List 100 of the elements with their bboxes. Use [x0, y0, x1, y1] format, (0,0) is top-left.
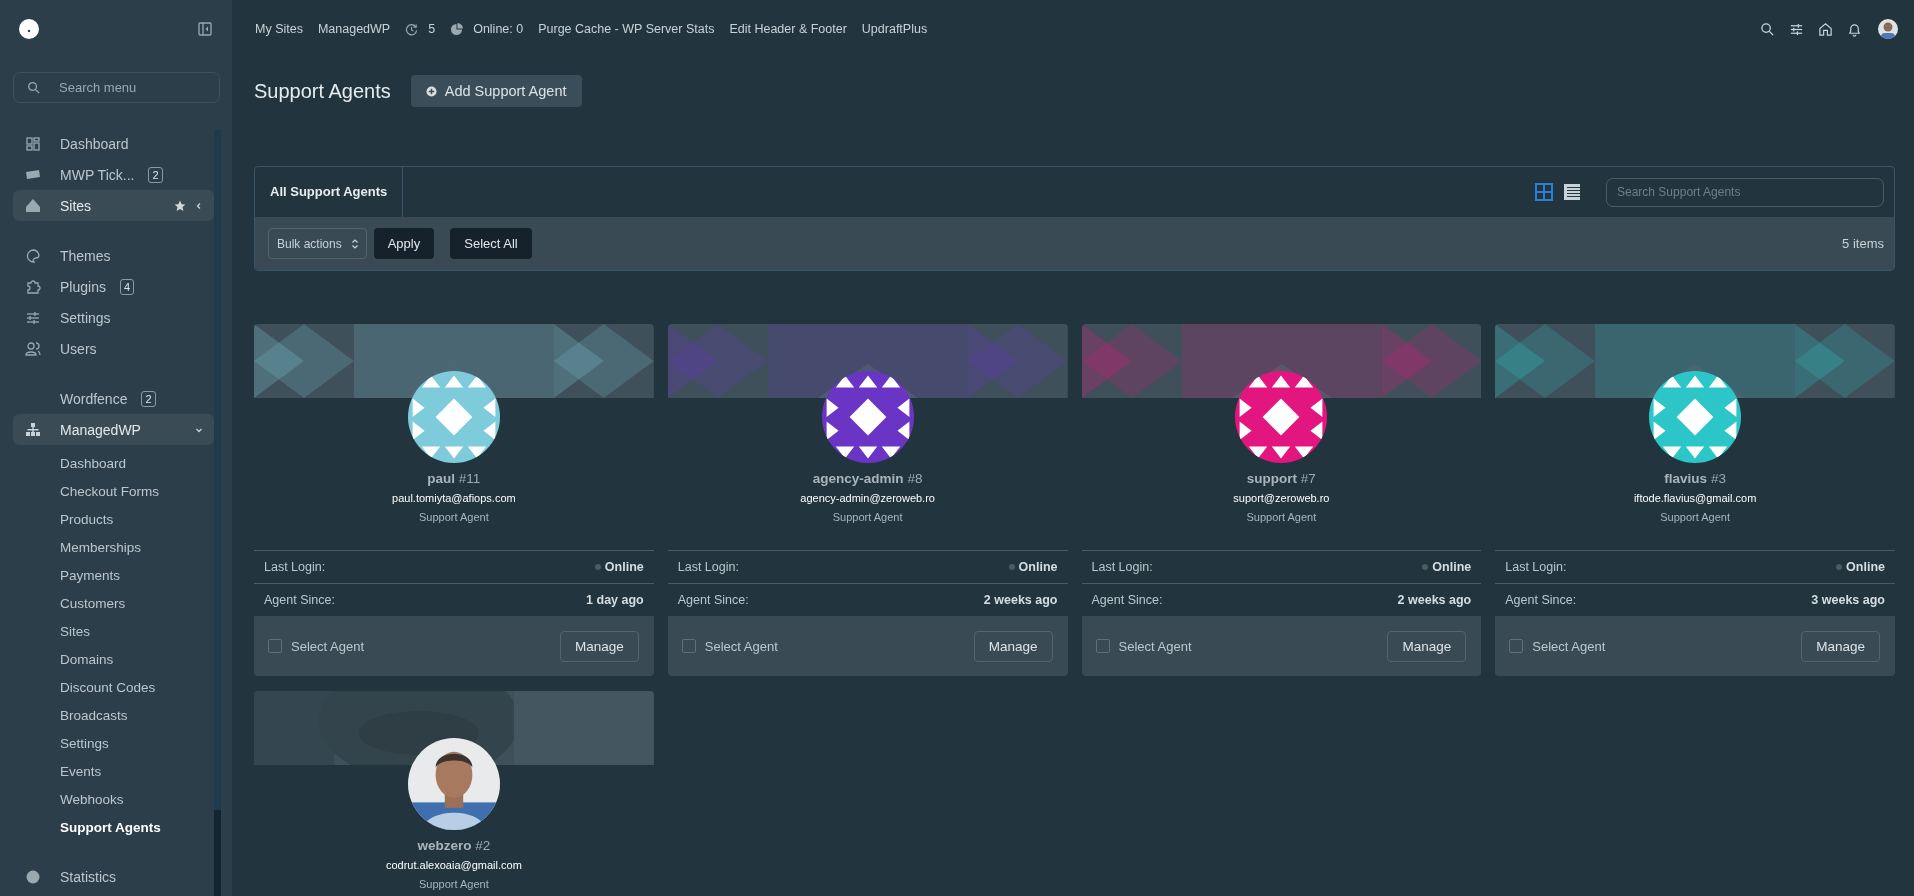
detail-value: Online: [1846, 560, 1885, 574]
submenu-item[interactable]: Discount Codes: [60, 674, 214, 702]
logo-icon[interactable]: [19, 19, 39, 39]
detail-value: Online: [1432, 560, 1472, 574]
toolbar-link[interactable]: UpdraftPlus: [861, 22, 928, 36]
select-all-button[interactable]: Select All: [450, 228, 532, 259]
agent-name: flavius #3: [1664, 471, 1726, 486]
updates-link[interactable]: 5: [405, 22, 436, 36]
detail-label: Last Login:: [1091, 560, 1154, 574]
submenu-item[interactable]: Checkout Forms: [60, 478, 214, 506]
toolbar-link[interactable]: ManagedWP: [317, 22, 391, 36]
toolbar-link[interactable]: My Sites: [255, 22, 303, 36]
submenu-item[interactable]: Customers: [60, 590, 214, 618]
agent-name: agency-admin #8: [812, 471, 923, 486]
menu-item[interactable]: Wordfence 2: [13, 383, 214, 414]
item-count: 5 items: [1842, 236, 1884, 251]
count-badge: 2: [148, 166, 163, 183]
agent-role: Support Agent: [419, 878, 489, 890]
apply-button[interactable]: Apply: [373, 228, 435, 259]
checkbox-label[interactable]: Select Agent: [704, 638, 778, 654]
users-icon: [25, 340, 41, 357]
detail-label: Agent Since:: [1505, 593, 1578, 607]
detail-label: Last Login:: [1505, 560, 1568, 574]
dashboard-icon: [25, 135, 41, 152]
agent-name: support #7: [1246, 471, 1316, 486]
refresh-icon: [405, 22, 419, 36]
add-button[interactable]: Add Support Agent: [410, 75, 582, 107]
settings-icon[interactable]: [1789, 21, 1804, 37]
submenu-item[interactable]: Support Agents: [60, 814, 214, 842]
manage-button[interactable]: Manage: [1387, 630, 1467, 662]
detail-value: 2 weeks ago: [1397, 593, 1472, 607]
online-link[interactable]: Online: 0: [450, 22, 524, 36]
status-dot: [1008, 564, 1015, 570]
submenu-item[interactable]: Domains: [60, 646, 214, 674]
manage-button[interactable]: Manage: [559, 630, 639, 662]
count-badge: 4: [119, 278, 135, 295]
checkbox[interactable]: [681, 639, 696, 653]
detail-value: Online: [604, 560, 644, 574]
menu-item[interactable]: Themes: [13, 240, 214, 271]
search-icon[interactable]: [1760, 21, 1775, 37]
detail-label: Last Login:: [677, 560, 740, 574]
puzzle-icon: [25, 278, 41, 295]
checkbox-label[interactable]: Select Agent: [1532, 638, 1606, 654]
list-view-icon[interactable]: [1563, 183, 1581, 201]
detail-value: 1 day ago: [586, 593, 644, 607]
status-dot: [1422, 564, 1429, 570]
checkbox[interactable]: [1509, 639, 1524, 653]
detail-value: Online: [1018, 560, 1058, 574]
agent-role: Support Agent: [1660, 511, 1730, 523]
menu-item[interactable]: Plugins 4: [13, 271, 214, 302]
detail-value: 3 weeks ago: [1811, 593, 1885, 607]
search-field[interactable]: Search Support Agents: [1606, 177, 1884, 207]
grid-view-icon[interactable]: [1535, 183, 1553, 201]
submenu-item[interactable]: Payments: [60, 562, 214, 590]
plus-circle-icon: [425, 85, 437, 97]
checkbox[interactable]: [268, 639, 282, 653]
checkbox-label[interactable]: Select Agent: [1118, 638, 1192, 654]
scrollbar[interactable]: [214, 130, 221, 896]
agent-role: Support Agent: [832, 511, 903, 523]
count-badge: 2: [141, 390, 156, 407]
star-icon[interactable]: [174, 199, 186, 212]
agent-name: webzero #2: [417, 838, 491, 853]
menu-item[interactable]: Statistics: [13, 861, 214, 892]
detail-label: Agent Since:: [264, 593, 336, 607]
submenu-item[interactable]: Webhooks: [60, 786, 214, 814]
toolbar-link[interactable]: Edit Header & Footer: [729, 22, 847, 36]
toolbar-link[interactable]: Purge Cache - WP Server Stats: [538, 22, 715, 36]
status-dot: [594, 564, 601, 570]
checkbox[interactable]: [1095, 639, 1110, 653]
submenu-item[interactable]: Memberships: [60, 534, 214, 562]
agent-email: codrut.alexoaia@gmail.com: [385, 859, 522, 871]
page-title: Support Agents: [254, 79, 391, 103]
agent-role: Support Agent: [419, 511, 489, 523]
agent-email: agency-admin@zeroweb.ro: [800, 492, 935, 504]
submenu-item[interactable]: Products: [60, 506, 214, 534]
detail-value: 2 weeks ago: [983, 593, 1058, 607]
manage-button[interactable]: Manage: [1801, 630, 1880, 662]
sliders-icon: [25, 309, 41, 326]
menu-item[interactable]: ManagedWP: [13, 414, 214, 445]
menu-item[interactable]: Dashboard: [13, 128, 214, 159]
detail-label: Agent Since:: [1091, 593, 1164, 607]
menu-item[interactable]: Sites: [13, 190, 214, 221]
search-field[interactable]: Search menu: [13, 72, 220, 103]
agent-name: paul #11: [427, 471, 481, 486]
sidebar-toggle-icon[interactable]: [198, 22, 212, 36]
menu-item[interactable]: Settings: [13, 302, 214, 333]
submenu-item[interactable]: Events: [60, 758, 214, 786]
submenu-item[interactable]: Sites: [60, 618, 214, 646]
agent-email: paul.tomiyta@afiops.com: [392, 492, 516, 504]
menu-item[interactable]: MWP Tick... 2: [13, 159, 214, 190]
checkbox-label[interactable]: Select Agent: [291, 638, 364, 654]
up-down-caret-icon: [350, 237, 359, 250]
submenu-item[interactable]: Broadcasts: [60, 702, 214, 730]
bulk-actions-select[interactable]: Bulk actions: [268, 228, 367, 259]
menu-item[interactable]: Users: [13, 333, 214, 364]
submenu-item[interactable]: Settings: [60, 730, 214, 758]
manage-button[interactable]: Manage: [973, 630, 1053, 662]
home-icon[interactable]: [1818, 21, 1833, 37]
bell-icon[interactable]: [1847, 21, 1862, 37]
submenu-item[interactable]: Dashboard: [60, 450, 214, 478]
